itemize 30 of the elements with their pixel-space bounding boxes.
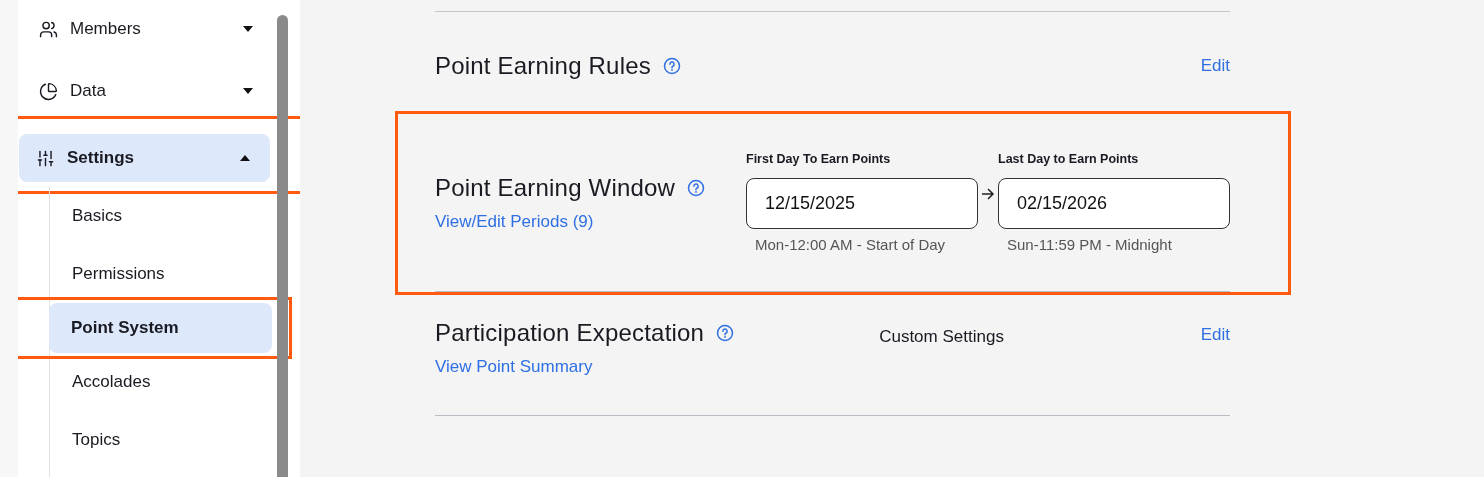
- nav-subitem[interactable]: Permissions: [50, 249, 273, 299]
- field-hint: Sun-11:59 PM - Midnight: [1006, 236, 1173, 253]
- field-label: First Day To Earn Points: [746, 152, 892, 166]
- nav-item[interactable]: Data: [22, 67, 273, 115]
- section-title: Point Earning Window: [435, 173, 676, 202]
- date-field[interactable]: 12/15/2025: [746, 178, 978, 229]
- help-icon[interactable]: [687, 178, 706, 197]
- scrollbar[interactable]: [277, 15, 288, 477]
- help-icon[interactable]: [662, 57, 681, 75]
- section-title: Participation Expectation: [435, 319, 705, 347]
- edit-link[interactable]: Edit: [1200, 56, 1230, 76]
- field-hint: Mon-12:00 AM - Start of Day: [754, 236, 947, 253]
- section-link[interactable]: View/Edit Periods (9): [435, 211, 706, 232]
- nav-item[interactable]: Members: [22, 5, 273, 53]
- date-field[interactable]: 02/15/2026: [998, 178, 1230, 229]
- people-icon: [39, 19, 58, 39]
- field-label: Last Day to Earn Points: [998, 152, 1140, 166]
- sliders-icon: [36, 148, 55, 168]
- nav-item[interactable]: Settings: [19, 134, 270, 182]
- pie-chart-icon: [39, 81, 58, 101]
- nav-subitem[interactable]: Accolades: [50, 357, 273, 407]
- edit-link[interactable]: Edit: [1200, 325, 1230, 345]
- help-icon[interactable]: [716, 324, 735, 342]
- nav-subitem[interactable]: Point System: [49, 303, 272, 353]
- setting-value: Custom Settings: [879, 327, 1004, 347]
- section-link[interactable]: View Point Summary: [435, 357, 735, 377]
- nav-subitem[interactable]: Topics: [50, 415, 273, 465]
- section-title: Point Earning Rules: [435, 52, 651, 80]
- nav-subitem[interactable]: Basics: [50, 191, 273, 241]
- arrow-icon: [981, 188, 995, 200]
